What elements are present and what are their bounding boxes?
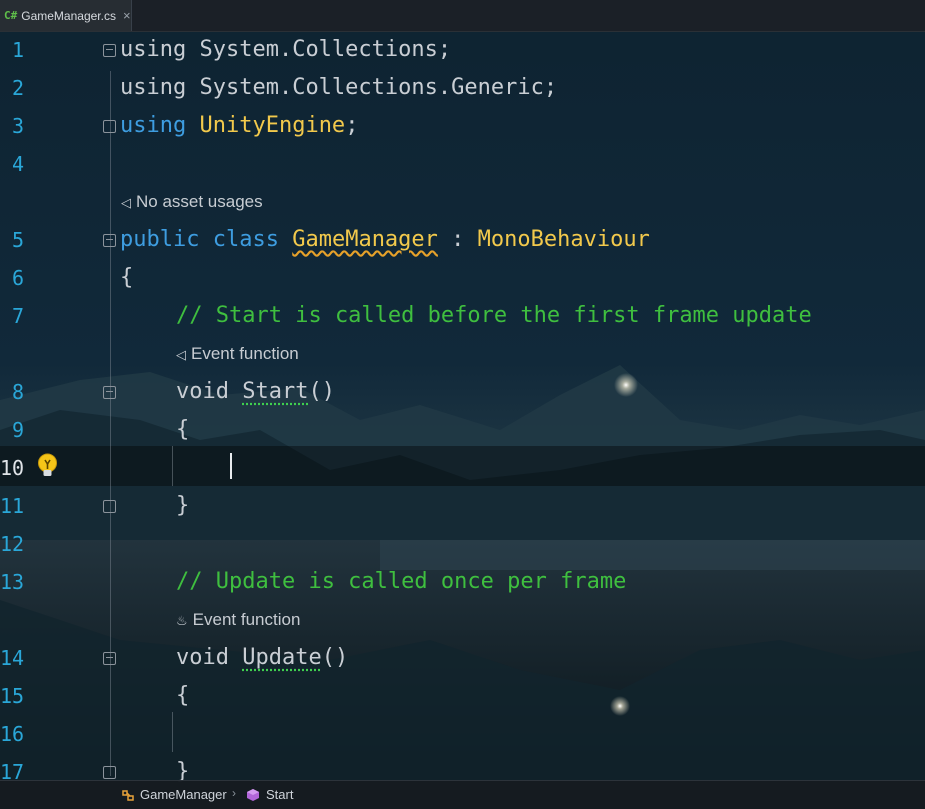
code-line-current[interactable]: 10 [0,449,925,487]
unity-icon: ◁ [176,347,186,362]
keyword: public [120,227,200,252]
event-function-hint: Event function [192,610,301,629]
line-number: 15 [0,684,25,708]
code-line[interactable]: 9 { [0,411,925,449]
fold-icon[interactable] [103,234,116,247]
code-text: { [176,683,190,708]
comment: // Start is called before the first fram… [176,303,812,328]
code-line[interactable]: 11 } [0,487,925,525]
keyword: using [120,113,187,138]
line-number: 13 [0,570,25,594]
breadcrumb-separator: › [232,786,236,800]
keyword: void [176,379,243,404]
line-number: 4 [11,152,24,176]
breadcrumb-method-label: Start [266,787,294,802]
code-line[interactable]: 14 void Update() [0,639,925,677]
line-number: 12 [0,532,25,556]
code-editor[interactable]: 1 using System.Collections; 2 using Syst… [0,31,925,784]
code-line[interactable]: 1 using System.Collections; [0,31,925,69]
code-text: System.Collections.Generic; [186,75,558,100]
code-line[interactable]: 15 { [0,677,925,715]
csharp-file-icon: C# [4,9,18,22]
code-text: } [176,493,190,518]
method-name[interactable]: Update [242,645,321,670]
keyword: void [176,645,243,670]
breadcrumb-bar: GameManager › Start [0,780,925,809]
line-number: 11 [0,494,25,518]
keyword: class [212,227,279,252]
line-number: 7 [11,304,24,328]
base-class-name[interactable]: MonoBehaviour [478,227,650,252]
class-icon [122,789,134,801]
breadcrumb-class[interactable]: GameManager [121,787,227,802]
code-line[interactable]: 6 { [0,259,925,297]
fold-icon[interactable] [103,652,116,665]
class-name[interactable]: GameManager [292,227,438,252]
line-number: 8 [11,380,24,404]
fold-icon[interactable] [103,500,116,513]
code-vision-hint[interactable]: ◁ No asset usages [0,183,925,221]
unity-icon: ◁ [121,195,131,210]
code-text: System.Collections; [186,37,452,62]
code-line[interactable]: 3 using UnityEngine; [0,107,925,145]
code-text: () [321,645,349,670]
line-number: 5 [11,228,24,252]
line-number: 1 [11,38,24,62]
fold-icon[interactable] [103,120,116,133]
line-number: 9 [11,418,24,442]
keyword: using [120,75,187,100]
line-number: 14 [0,646,25,670]
code-line[interactable]: 7 // Start is called before the first fr… [0,297,925,335]
text-caret [230,453,232,479]
code-line[interactable]: 5 public class GameManager : MonoBehavio… [0,221,925,259]
fold-icon[interactable] [103,44,116,57]
fold-icon[interactable] [103,386,116,399]
code-line[interactable]: 16 [0,715,925,753]
editor-tab-bar: C# GameManager.cs × [0,0,925,32]
code-line[interactable]: 13 // Update is called once per frame [0,563,925,601]
asset-usages-hint: No asset usages [136,192,263,211]
method-icon [247,788,259,801]
line-number: 16 [0,722,25,746]
flame-icon: ♨ [176,613,188,628]
code-vision-hint[interactable]: ♨ Event function [0,601,925,639]
tab-gamemanager-cs[interactable]: C# GameManager.cs × [0,0,132,31]
breadcrumb-method[interactable]: Start [246,787,293,802]
comment: // Update is called once per frame [176,569,627,594]
event-function-hint: Event function [191,344,299,363]
line-number: 2 [11,76,24,100]
code-line[interactable]: 8 void Start() [0,373,925,411]
code-line[interactable]: 2 using System.Collections.Generic; [0,69,925,107]
lightbulb-icon[interactable] [37,453,58,479]
fold-icon[interactable] [103,766,116,779]
keyword: using [120,37,187,62]
code-text: { [120,265,134,290]
close-icon[interactable]: × [123,8,131,23]
line-number: 6 [11,266,24,290]
line-number: 10 [0,456,25,480]
code-text: ; [345,113,359,138]
code-line[interactable]: 4 [0,145,925,183]
breadcrumb-class-label: GameManager [140,787,227,802]
code-line[interactable]: 12 [0,525,925,563]
code-vision-hint[interactable]: ◁ Event function [0,335,925,373]
code-text: : [437,227,478,252]
line-number: 3 [11,114,24,138]
namespace-name: UnityEngine [199,113,346,138]
method-name[interactable]: Start [242,379,308,404]
tab-filename: GameManager.cs [21,8,116,23]
code-text: { [176,417,190,442]
code-text: () [308,379,335,404]
